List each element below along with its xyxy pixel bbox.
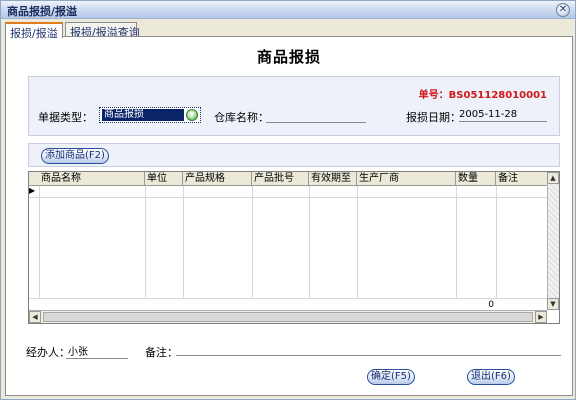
warehouse-input[interactable] bbox=[266, 122, 366, 123]
grid-col-divider bbox=[252, 186, 253, 298]
tab-loss-overflow[interactable]: 报损/报溢 bbox=[5, 22, 63, 40]
scroll-left-icon[interactable]: ◀ bbox=[29, 311, 41, 323]
scroll-down-icon[interactable]: ▼ bbox=[547, 298, 559, 310]
grid-header: 商品名称 单位 产品规格 产品批号 有效期至 生产厂商 数量 备注 bbox=[29, 172, 559, 186]
col-header-expiry[interactable]: 有效期至 bbox=[309, 172, 357, 186]
col-header-batch[interactable]: 产品批号 bbox=[252, 172, 309, 186]
grid-col-divider bbox=[183, 186, 184, 298]
grid-col-divider bbox=[456, 186, 457, 298]
type-label: 单据类型： bbox=[38, 111, 93, 124]
add-product-button[interactable]: 添加商品(F2) bbox=[41, 148, 109, 164]
date-field[interactable]: 2005-11-28 bbox=[459, 109, 547, 122]
window-title: 商品报损/报溢 bbox=[7, 5, 78, 18]
remark-field[interactable] bbox=[176, 355, 561, 356]
col-header-quantity[interactable]: 数量 bbox=[456, 172, 496, 186]
form-panel: 商品报损 单号：BS051128010001 单据类型： 商品报损 ▼ 仓库名称… bbox=[5, 36, 573, 396]
col-header-manufacturer[interactable]: 生产厂商 bbox=[357, 172, 456, 186]
date-label: 报损日期： bbox=[406, 111, 461, 124]
main-window: 商品报损/报溢 ✕ 报损/报溢 报损/报溢查询 商品报损 单号：BS051128… bbox=[0, 0, 576, 400]
quantity-total: 0 bbox=[488, 300, 494, 310]
tab-loss-overflow-query[interactable]: 报损/报溢查询 bbox=[65, 22, 140, 39]
type-select[interactable]: 商品报损 ▼ bbox=[99, 107, 201, 123]
confirm-button[interactable]: 确定(F5) bbox=[367, 369, 415, 385]
grid-col-divider bbox=[496, 186, 497, 298]
chevron-down-icon[interactable]: ▼ bbox=[186, 109, 198, 121]
add-bar: 添加商品(F2) bbox=[28, 143, 560, 167]
doc-number: 单号：BS051128010001 bbox=[418, 90, 547, 101]
title-bar: 商品报损/报溢 ✕ bbox=[1, 1, 575, 19]
table-row[interactable] bbox=[29, 197, 547, 198]
info-box: 单号：BS051128010001 单据类型： 商品报损 ▼ 仓库名称： 报损日… bbox=[28, 76, 560, 136]
type-select-value: 商品报损 bbox=[102, 109, 184, 121]
horizontal-scrollbar[interactable]: ◀ ▶ bbox=[29, 310, 547, 323]
col-header-spec[interactable]: 产品规格 bbox=[183, 172, 252, 186]
remark-label: 备注： bbox=[145, 346, 178, 359]
scroll-right-icon[interactable]: ▶ bbox=[535, 311, 547, 323]
grid-total-divider bbox=[29, 298, 547, 299]
grid-col-divider bbox=[39, 186, 40, 298]
product-grid[interactable]: 商品名称 单位 产品规格 产品批号 有效期至 生产厂商 数量 备注 ▶ 0 ▲ … bbox=[28, 171, 560, 324]
form-title: 商品报损 bbox=[256, 48, 321, 66]
exit-button[interactable]: 退出(F6) bbox=[467, 369, 515, 385]
grid-col-divider bbox=[309, 186, 310, 298]
scroll-thumb[interactable] bbox=[43, 312, 533, 322]
grid-col-divider bbox=[357, 186, 358, 298]
vertical-scrollbar[interactable]: ▲ ▼ bbox=[547, 172, 559, 310]
col-header-unit[interactable]: 单位 bbox=[145, 172, 183, 186]
handler-label: 经办人： bbox=[26, 346, 70, 359]
grid-col-divider bbox=[145, 186, 146, 298]
col-header-product-name[interactable]: 商品名称 bbox=[39, 172, 145, 186]
handler-field[interactable]: 小张 bbox=[66, 343, 128, 359]
current-row-indicator: ▶ bbox=[29, 186, 36, 195]
close-icon[interactable]: ✕ bbox=[556, 3, 570, 17]
scroll-up-icon[interactable]: ▲ bbox=[547, 172, 559, 184]
warehouse-label: 仓库名称： bbox=[214, 111, 269, 124]
col-header-remark[interactable]: 备注 bbox=[496, 172, 547, 186]
